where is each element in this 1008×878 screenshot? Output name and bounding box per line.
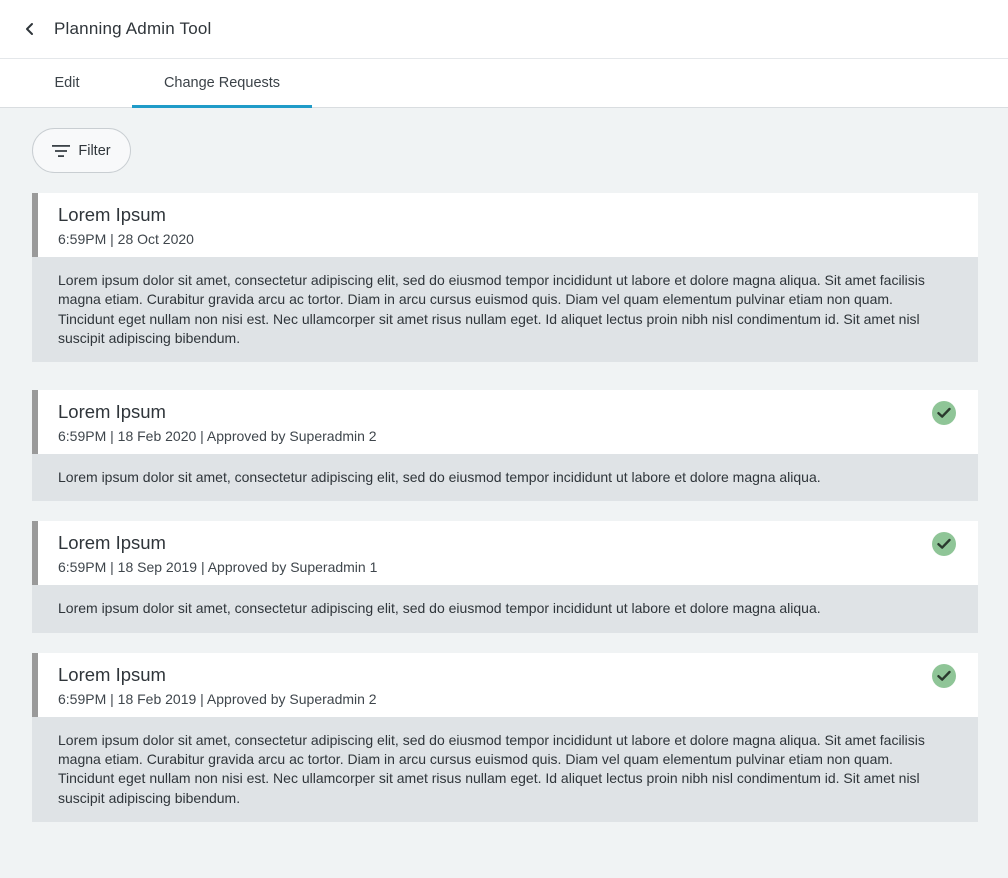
approved-check-icon: [932, 663, 956, 688]
change-request-description: Lorem ipsum dolor sit amet, consectetur …: [32, 716, 978, 822]
change-request-header: Lorem Ipsum 6:59PM | 28 Oct 2020: [32, 193, 978, 257]
change-request-meta: 6:59PM | 18 Feb 2019 | Approved by Super…: [58, 690, 377, 707]
change-request-meta: 6:59PM | 18 Feb 2020 | Approved by Super…: [58, 428, 377, 445]
tab-edit[interactable]: Edit: [2, 59, 132, 107]
back-button[interactable]: [20, 19, 40, 39]
change-request-card: Lorem Ipsum 6:59PM | 18 Feb 2019 | Approv…: [32, 652, 978, 822]
change-request-card: Lorem Ipsum 6:59PM | 18 Sep 2019 | Approv…: [32, 521, 978, 633]
change-request-list: Lorem Ipsum 6:59PM | 28 Oct 2020 Lorem ips…: [32, 193, 978, 822]
approved-check-icon: [932, 401, 956, 426]
change-request-description: Lorem ipsum dolor sit amet, consectetur …: [32, 585, 978, 633]
filter-button[interactable]: Filter: [32, 128, 131, 173]
change-request-title: Lorem Ipsum: [58, 532, 166, 554]
main-content: Filter Lorem Ipsum 6:59PM | 28 Oct 2020 Lo…: [0, 108, 1008, 822]
filter-icon: [52, 144, 71, 157]
change-request-meta: 6:59PM | 28 Oct 2020: [58, 231, 194, 247]
change-request-description: Lorem ipsum dolor sit amet, consectetur …: [32, 257, 978, 363]
chevron-left-icon: [26, 23, 33, 35]
change-request-header: Lorem Ipsum 6:59PM | 18 Sep 2019 | Approv…: [32, 521, 978, 586]
change-request-card: Lorem Ipsum 6:59PM | 28 Oct 2020 Lorem ips…: [32, 193, 978, 363]
tab-change-requests[interactable]: Change Requests: [132, 59, 312, 108]
page-title: Planning Admin Tool: [54, 19, 212, 38]
change-request-description: Lorem ipsum dolor sit amet, consectetur …: [32, 454, 978, 502]
change-request-title: Lorem Ipsum: [58, 401, 166, 423]
change-request-card: Lorem Ipsum 6:59PM | 18 Feb 2020 | Approv…: [32, 390, 978, 502]
change-request-title: Lorem Ipsum: [58, 663, 166, 685]
change-request-meta: 6:59PM | 18 Sep 2019 | Approved by Super…: [58, 559, 378, 576]
change-request-title: Lorem Ipsum: [58, 204, 166, 225]
tab-bar: Edit Change Requests: [0, 59, 1008, 108]
app-header: Planning Admin Tool: [0, 0, 1008, 59]
change-request-header: Lorem Ipsum 6:59PM | 18 Feb 2020 | Approv…: [32, 390, 978, 455]
change-request-header: Lorem Ipsum 6:59PM | 18 Feb 2019 | Approv…: [32, 652, 978, 717]
filter-label: Filter: [78, 142, 111, 159]
